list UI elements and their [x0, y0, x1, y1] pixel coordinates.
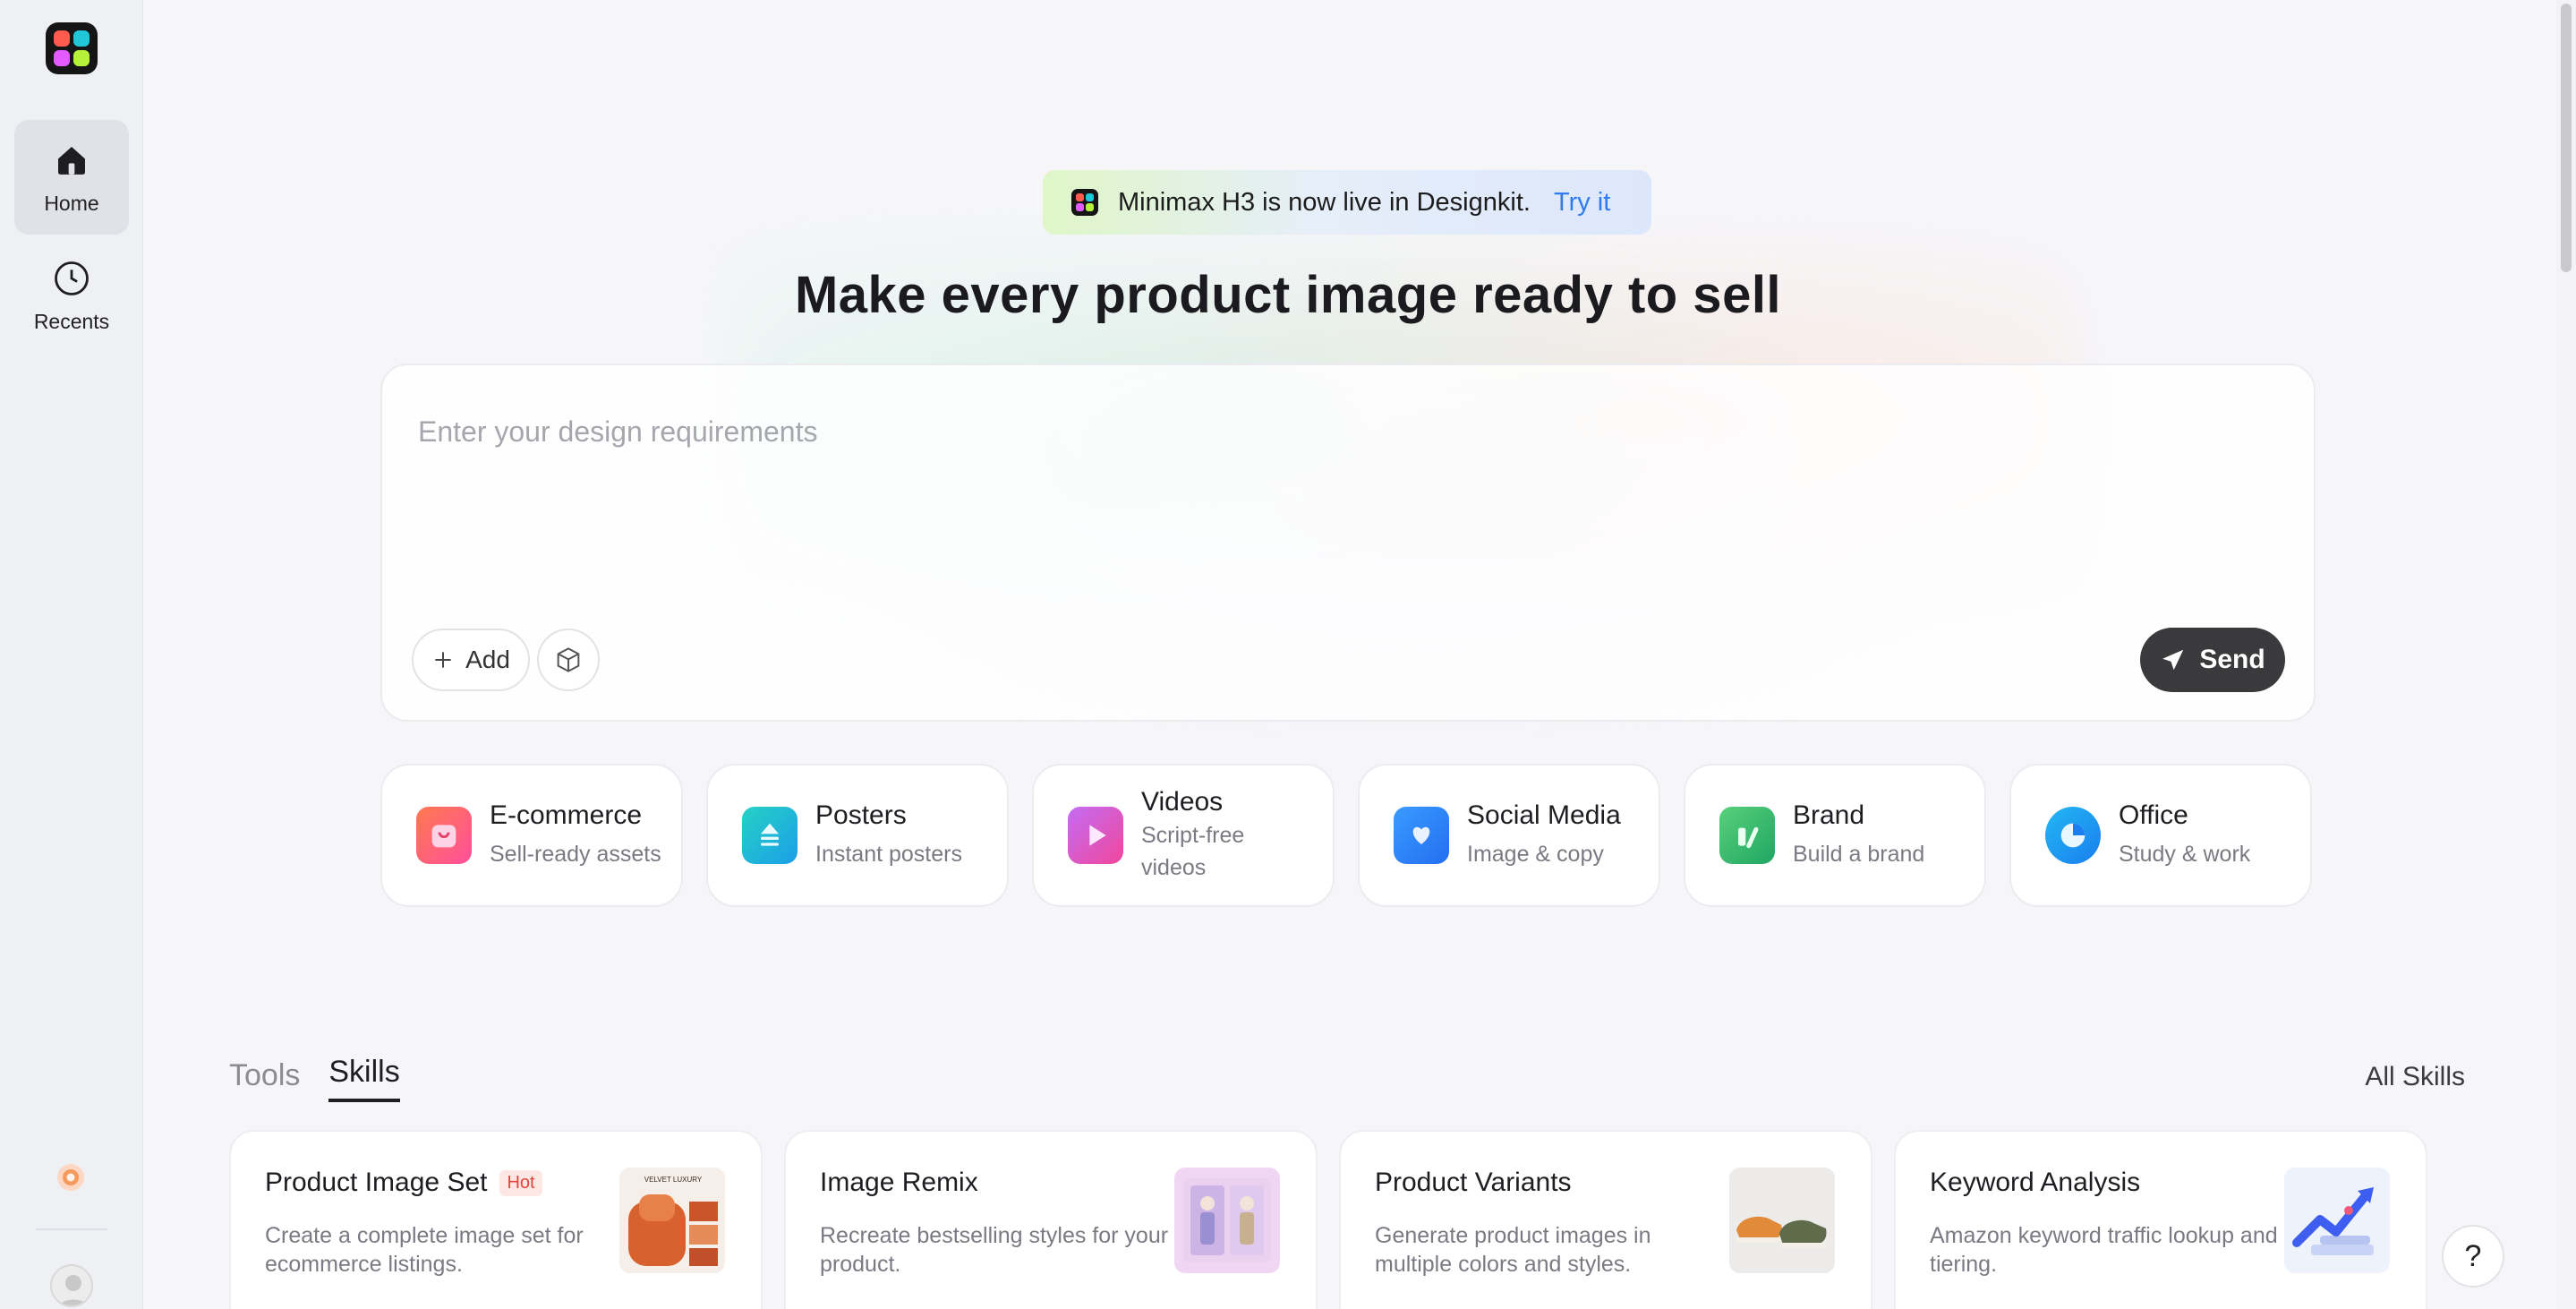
page-title: Make every product image ready to sell	[794, 266, 1782, 324]
skill-description: Create a complete image set for ecommerc…	[265, 1223, 584, 1277]
skill-description: Recreate bestselling styles for your pro…	[820, 1223, 1169, 1277]
heart-chat-icon	[1394, 807, 1449, 864]
add-button[interactable]: Add	[412, 629, 530, 691]
sidebar-item-home[interactable]: Home	[14, 120, 129, 235]
skill-thumbnail: VELVET LUXURY	[619, 1168, 725, 1273]
skill-thumbnail	[1729, 1168, 1835, 1273]
scrollbar[interactable]	[2556, 0, 2576, 1309]
skill-card-image-remix[interactable]: Image Remix Recreate bestselling styles …	[784, 1130, 1318, 1309]
tab-tools[interactable]: Tools	[229, 1058, 300, 1102]
category-social-media[interactable]: Social Media Image & copy	[1358, 764, 1660, 907]
tab-skills[interactable]: Skills	[328, 1055, 400, 1102]
category-cards: E-commerce Sell-ready assets Posters Ins…	[380, 764, 2312, 907]
paper-plane-icon	[2162, 649, 2184, 671]
skill-card-product-image-set[interactable]: Product Image Set Hot Create a complete …	[229, 1130, 763, 1309]
shopping-bag-icon	[416, 807, 472, 864]
skill-card-keyword-analysis[interactable]: Keyword Analysis Amazon keyword traffic …	[1894, 1130, 2427, 1309]
sidebar: Home Recents	[0, 0, 143, 1309]
avatar[interactable]	[50, 1264, 93, 1307]
play-icon	[1068, 807, 1123, 864]
category-subtitle: Build a brand	[1793, 842, 1925, 867]
category-subtitle: Image & copy	[1467, 842, 1604, 867]
announcement-banner[interactable]: Minimax H3 is now live in Designkit. Try…	[1043, 170, 1651, 235]
design-requirements-input[interactable]	[418, 405, 2208, 458]
category-title: Social Media	[1467, 800, 1621, 830]
banner-text: Minimax H3 is now live in Designkit.	[1118, 187, 1531, 217]
poster-icon	[742, 807, 798, 864]
skill-title: Product Image Set	[265, 1168, 488, 1197]
help-button[interactable]: ?	[2442, 1225, 2504, 1288]
skill-thumbnail	[1174, 1168, 1280, 1273]
category-ecommerce[interactable]: E-commerce Sell-ready assets	[380, 764, 683, 907]
category-subtitle: Script-free videos	[1141, 823, 1245, 880]
3d-model-button[interactable]	[537, 629, 600, 691]
send-button-label: Send	[2199, 645, 2265, 674]
brand-icon	[1719, 807, 1775, 864]
scrollbar-thumb[interactable]	[2561, 4, 2572, 272]
category-subtitle: Study & work	[2119, 842, 2251, 867]
prompt-box: Add Send	[380, 364, 2316, 722]
send-button[interactable]: Send	[2140, 628, 2285, 692]
cube-icon	[557, 647, 580, 672]
skill-card-product-variants[interactable]: Product Variants Generate product images…	[1339, 1130, 1872, 1309]
sidebar-divider	[36, 1228, 107, 1230]
category-brand[interactable]: Brand Build a brand	[1684, 764, 1986, 907]
pie-chart-icon	[2045, 807, 2101, 864]
skill-title: Keyword Analysis	[1930, 1168, 2141, 1197]
try-it-link[interactable]: Try it	[1554, 188, 1610, 218]
category-title: Posters	[815, 800, 907, 830]
home-icon	[51, 140, 92, 181]
credits-icon[interactable]	[55, 1161, 87, 1194]
app-logo[interactable]	[46, 22, 98, 74]
category-posters[interactable]: Posters Instant posters	[706, 764, 1009, 907]
skill-description: Generate product images in multiple colo…	[1375, 1223, 1651, 1277]
designkit-logo-icon	[1071, 189, 1098, 216]
all-skills-link[interactable]: All Skills	[2365, 1062, 2465, 1092]
category-title: Brand	[1793, 800, 1865, 830]
skill-description: Amazon keyword traffic lookup and tierin…	[1930, 1223, 2278, 1277]
skills-list: Product Image Set Hot Create a complete …	[229, 1130, 2427, 1309]
category-subtitle: Sell-ready assets	[490, 842, 661, 867]
sidebar-item-label: Home	[44, 191, 99, 215]
category-title: E-commerce	[490, 800, 643, 830]
app-root: Home Recents Minimax H3 is now live in D…	[0, 0, 2576, 1309]
hot-badge: Hot	[499, 1169, 542, 1196]
skill-title: Image Remix	[820, 1168, 978, 1197]
category-subtitle: Instant posters	[815, 842, 962, 867]
category-office[interactable]: Office Study & work	[2009, 764, 2312, 907]
plus-icon	[435, 652, 451, 668]
skill-thumbnail	[2284, 1168, 2390, 1273]
category-title: Videos	[1141, 787, 1224, 817]
category-videos[interactable]: Videos Script-free videos	[1032, 764, 1335, 907]
add-button-label: Add	[465, 646, 510, 673]
skill-title: Product Variants	[1375, 1168, 1572, 1197]
thumbnail-text: VELVET LUXURY	[644, 1176, 703, 1184]
section-tabs: Tools Skills	[229, 1055, 400, 1102]
category-title: Office	[2119, 800, 2188, 830]
